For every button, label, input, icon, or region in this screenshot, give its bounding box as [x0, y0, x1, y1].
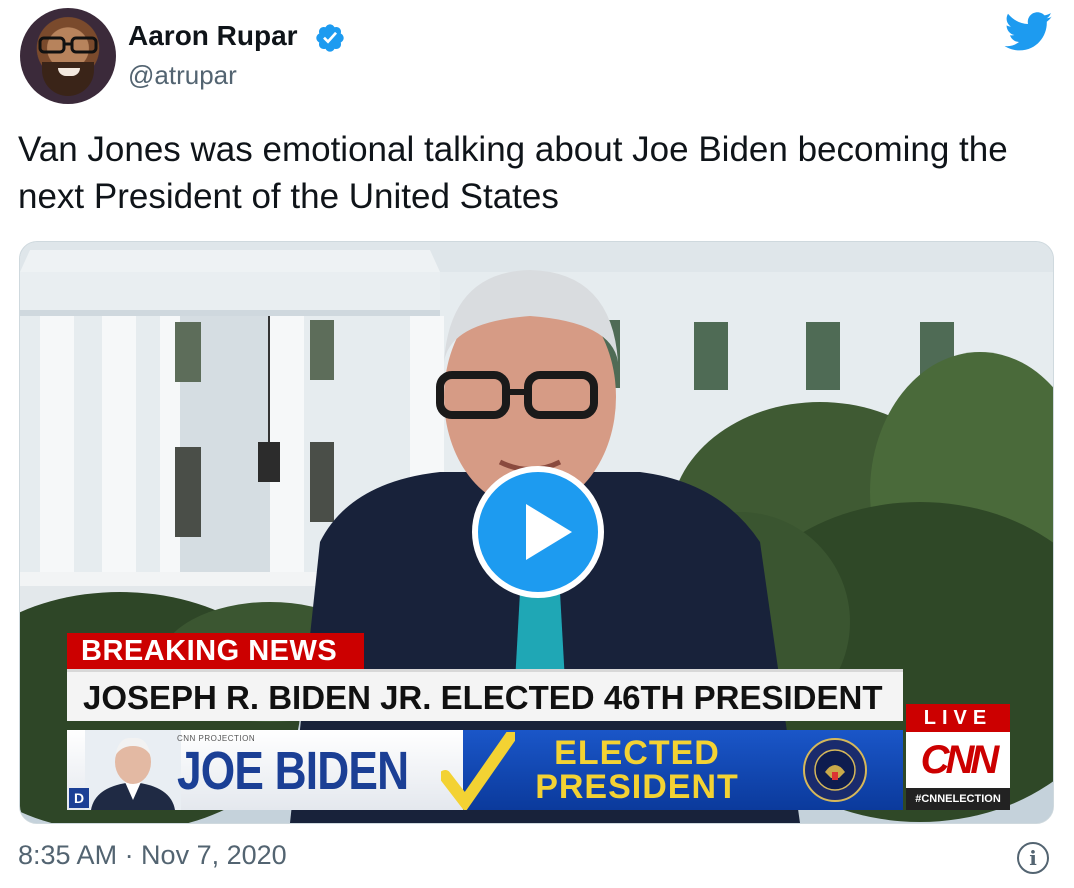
author-avatar[interactable]: [20, 8, 116, 104]
video-player[interactable]: BREAKING NEWS JOSEPH R. BIDEN JR. ELECTE…: [19, 241, 1054, 824]
network-logo-text: CNN: [920, 738, 1000, 782]
verified-badge-icon: [316, 24, 344, 52]
news-headline: JOSEPH R. BIDEN JR. ELECTED 46TH PRESIDE…: [67, 669, 903, 721]
play-icon[interactable]: [472, 466, 604, 598]
candidate-name: JOE BIDEN: [177, 741, 409, 801]
candidate-portrait: [85, 730, 181, 810]
checkmark-icon: [441, 732, 515, 810]
lower-third-graphic: CNN PROJECTION JOE BIDEN ELECTED PRESIDE…: [67, 730, 903, 810]
tweet-timestamp[interactable]: 8:35 AM · Nov 7, 2020: [18, 840, 287, 871]
avatar-glasses: [38, 36, 98, 54]
twitter-bird-icon[interactable]: [1004, 12, 1054, 52]
info-icon[interactable]: i: [1017, 842, 1049, 874]
live-badge: LIVE: [906, 704, 1010, 732]
elected-line-2: PRESIDENT: [535, 768, 739, 806]
elected-president-label: ELECTED PRESIDENT: [517, 736, 757, 804]
breaking-news-banner: BREAKING NEWS: [67, 633, 364, 669]
party-badge: D: [69, 788, 89, 808]
presidential-seal-icon: [803, 738, 867, 802]
elected-line-1: ELECTED: [554, 734, 720, 772]
cnn-logo: CNN: [906, 732, 1010, 788]
author-name[interactable]: Aaron Rupar: [128, 20, 298, 52]
election-hashtag: #CNNELECTION: [906, 788, 1010, 810]
tweet-text: Van Jones was emotional talking about Jo…: [18, 130, 1008, 216]
author-handle[interactable]: @atrupar: [128, 60, 237, 91]
